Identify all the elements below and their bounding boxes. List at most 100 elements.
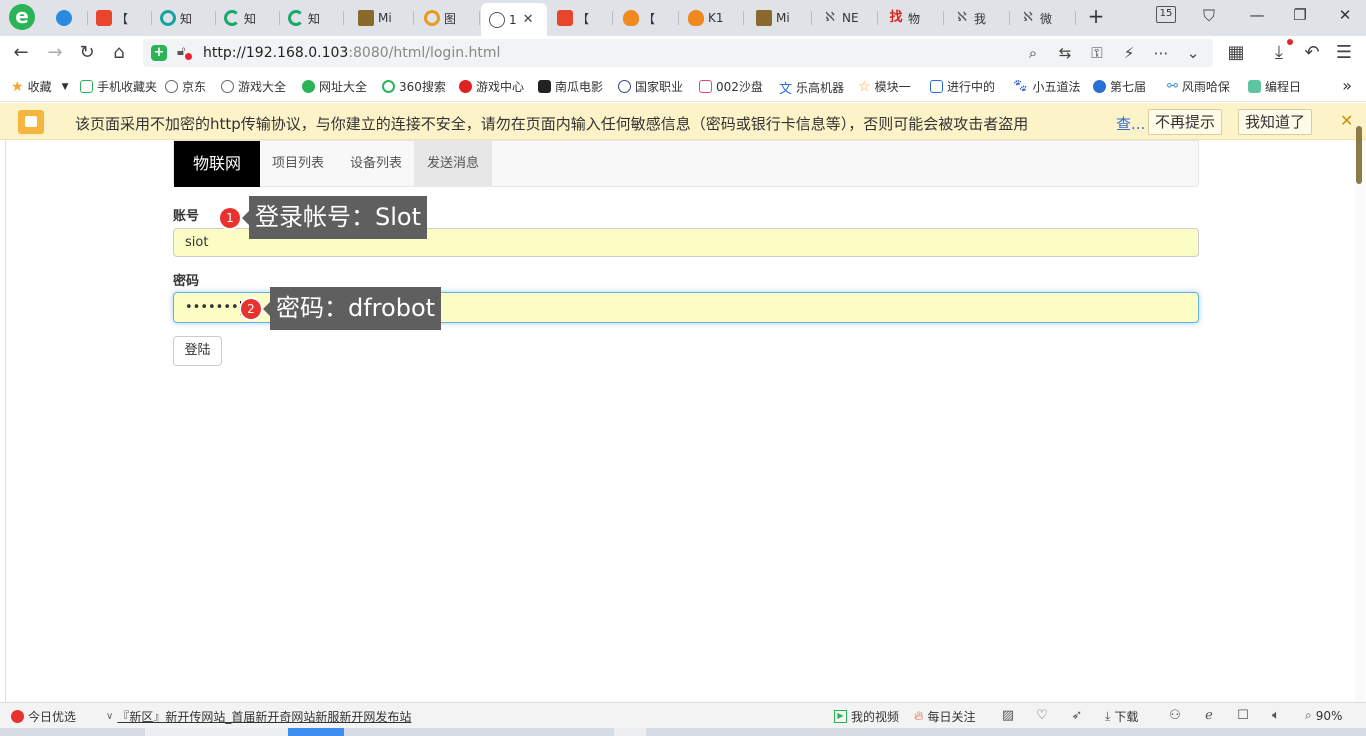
bookmark-jd[interactable]: 京东 (165, 78, 206, 95)
key-icon[interactable]: ⚿ (1087, 43, 1107, 63)
bookmark-module[interactable]: ☆ 模块一 (858, 78, 918, 95)
tab-title: 知 (244, 11, 257, 26)
heart-icon (11, 710, 24, 723)
tab-fox[interactable]: 【 (615, 5, 679, 31)
tab-mind[interactable]: Mi (748, 5, 812, 31)
tab-telegram[interactable] (48, 5, 88, 31)
caret-down-icon[interactable]: ▼ (62, 82, 69, 92)
bookmark-lego[interactable]: 文 乐高机器 (779, 78, 849, 97)
bookmark-label: 360搜索 (399, 80, 446, 94)
more-bookmarks-icon[interactable]: » (1342, 76, 1352, 95)
taskbar-item[interactable] (614, 728, 646, 736)
tab-csdn[interactable]: 【 (549, 5, 613, 31)
tab-mind[interactable]: Mi (350, 5, 414, 31)
new-tab-plus-icon[interactable]: + (1085, 6, 1107, 28)
portal-icon (302, 80, 315, 93)
translate-wen-icon: 文 (779, 82, 793, 97)
tab-zhihu[interactable]: 知 (152, 5, 216, 31)
close-icon[interactable]: ✕ (523, 12, 534, 27)
news-link[interactable]: 『新区』新开传网站_首届新开奇网站新服新开网发布站 (117, 708, 411, 725)
bookmark-games[interactable]: 游戏大全 (221, 78, 293, 95)
got-it-button[interactable]: 我知道了 (1238, 109, 1313, 135)
warning-details-link[interactable]: 查... (1116, 113, 1145, 134)
daily-follow[interactable]: 🔥︎ 每日关注 (914, 708, 976, 725)
tab-csdn[interactable]: 【 (88, 5, 152, 31)
undo-icon[interactable]: ↶ (1301, 42, 1323, 64)
menu-icon[interactable]: ☰ (1333, 42, 1355, 64)
search-360-icon (382, 80, 395, 93)
zoom-level[interactable]: ⌕ 90% (1305, 708, 1342, 723)
apps-grid-icon[interactable]: ▦ (1225, 42, 1247, 64)
tab-net[interactable]: ℵ 我 (946, 5, 1010, 31)
bookmark-national[interactable]: 国家职业 (618, 78, 688, 95)
unsecure-lock-icon[interactable]: 🔓︎ (177, 44, 193, 60)
nav-device-list[interactable]: 设备列表 (337, 141, 415, 187)
bookmark-mobile[interactable]: 手机收藏夹 (80, 78, 157, 95)
nav-project-list[interactable]: 项目列表 (259, 141, 337, 187)
zoom-magnifier-icon[interactable]: ⌕ (1023, 43, 1043, 63)
tab-zhihu[interactable]: 知 (280, 5, 344, 31)
translate-icon[interactable]: ⇆ (1055, 43, 1075, 63)
tab-fox[interactable]: K1 (680, 5, 744, 31)
tab-active-login[interactable]: 1 ✕ (481, 3, 547, 36)
tab-search[interactable]: 图 (416, 5, 480, 31)
bookmark-in-progress[interactable]: 进行中的 (930, 78, 1000, 95)
tab-net[interactable]: ℵ 微 (1012, 5, 1076, 31)
downloads[interactable]: ⤓ 下载 (1105, 708, 1138, 725)
bookmark-game-center[interactable]: 游戏中心 (459, 78, 524, 95)
rocket-icon[interactable]: ➶ (1069, 708, 1085, 724)
dont-remind-button[interactable]: 不再提示 (1148, 109, 1223, 135)
login-button[interactable]: 登陆 (173, 336, 222, 366)
annotation-badge: 1 (220, 208, 240, 228)
bookmark-nangua[interactable]: 南瓜电影 (538, 78, 603, 95)
tab-title: 【 (116, 11, 129, 26)
star-icon: ★ (11, 78, 24, 95)
window-close-icon[interactable]: ✕ (1332, 4, 1358, 26)
chevron-down-icon[interactable]: ⌄ (1183, 43, 1203, 63)
download-icon[interactable]: ⤓ (1268, 42, 1290, 64)
tab-zhihu[interactable]: 知 (216, 5, 280, 31)
home-icon[interactable]: ⌂ (108, 42, 130, 64)
back-arrow-icon[interactable]: ← (10, 42, 32, 64)
bookmark-seventh[interactable]: 第七届 (1093, 78, 1153, 95)
url-text[interactable]: http://192.168.0.103:8080/html/login.htm… (203, 45, 500, 61)
today-picks[interactable]: 今日优选 (11, 708, 76, 725)
phone-icon (80, 80, 93, 93)
globe-icon (165, 80, 178, 93)
tab-zhao[interactable]: 找 物 (880, 5, 944, 31)
ie-icon[interactable]: ℯ (1201, 708, 1217, 724)
minimize-icon[interactable]: — (1244, 4, 1270, 26)
tab-net[interactable]: ℵ NE (814, 5, 878, 31)
scroll-track[interactable] (1355, 140, 1365, 702)
tab-count-badge[interactable]: 15 (1156, 6, 1176, 23)
address-bar[interactable]: + 🔓︎ http://192.168.0.103:8080/html/logi… (143, 39, 1213, 67)
taskbar-item-active[interactable] (288, 728, 344, 736)
bookmark-favorites[interactable]: ★ 收藏 ▼ (11, 78, 69, 95)
bookmark-sandbox[interactable]: 002沙盘 (699, 78, 769, 95)
bookmark-coding-day[interactable]: 编程日 (1248, 78, 1301, 95)
my-videos[interactable]: ▶ 我的视频 (834, 708, 899, 725)
bookmark-fengyu[interactable]: ⚯ 风雨哈保 (1167, 78, 1237, 95)
lightning-icon[interactable]: ⚡︎ (1119, 43, 1139, 63)
glasses-icon[interactable]: ⚇ (1167, 708, 1183, 724)
image-icon[interactable]: ▨ (1000, 708, 1016, 724)
bookmark-xiaowu[interactable]: 🐾︎ 小五道法 (1012, 78, 1082, 95)
restore-icon[interactable]: ❐ (1287, 4, 1313, 26)
shield-check-icon[interactable]: + (151, 45, 167, 61)
more-dots-icon[interactable]: ⋯ (1151, 43, 1171, 63)
window-icon[interactable]: ☐ (1235, 708, 1251, 724)
site-brand[interactable]: 物联网 (174, 141, 260, 187)
nav-send-message[interactable]: 发送消息 (414, 141, 493, 187)
skin-shirt-icon[interactable]: ⛉ (1203, 6, 1215, 26)
reload-icon[interactable]: ↻ (76, 42, 98, 64)
scrollbar-thumb[interactable] (1356, 126, 1362, 184)
health-heart-icon[interactable]: ♡ (1034, 708, 1050, 724)
news-ticker[interactable]: ∨ 『新区』新开传网站_首届新开奇网站新服新开网发布站 (106, 708, 411, 725)
speaker-icon[interactable]: 🔈︎ (1268, 708, 1284, 724)
bookmark-360-search[interactable]: 360搜索 (382, 78, 446, 95)
forward-arrow-icon[interactable]: → (44, 42, 66, 64)
close-icon[interactable]: ✕ (1340, 111, 1353, 130)
download-notification-dot (1287, 39, 1293, 45)
bookmark-portal[interactable]: 网址大全 (302, 78, 367, 95)
taskbar-item[interactable] (145, 728, 288, 736)
